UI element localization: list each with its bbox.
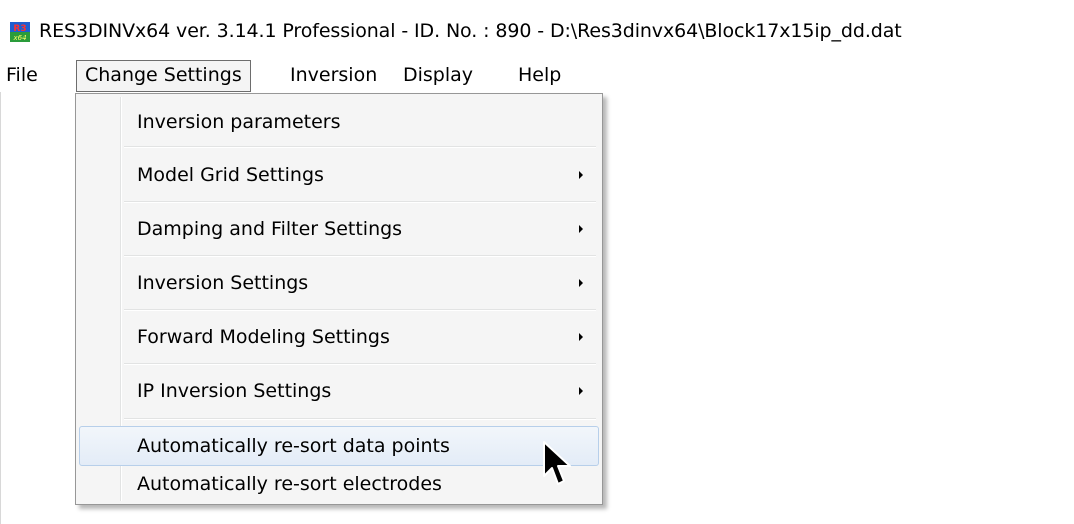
menu-file[interactable]: File	[6, 60, 38, 92]
menu-item-resort-electrodes[interactable]: Automatically re-sort electrodes	[79, 468, 599, 502]
menu-item-label: Inversion Settings	[137, 272, 309, 294]
workspace-border	[0, 92, 1, 524]
menu-inversion[interactable]: Inversion	[290, 60, 377, 92]
menu-item-label: Forward Modeling Settings	[137, 326, 390, 348]
menu-item-label: Automatically re-sort data points	[137, 435, 450, 457]
menu-item-ip-inversion-settings[interactable]: IP Inversion Settings	[79, 368, 599, 414]
menu-item-damping-filter-settings[interactable]: Damping and Filter Settings	[79, 206, 599, 252]
menu-separator	[124, 255, 596, 257]
menu-item-inversion-settings[interactable]: Inversion Settings	[79, 260, 599, 306]
menu-item-inversion-parameters[interactable]: Inversion parameters	[79, 100, 599, 144]
menu-separator	[124, 418, 596, 420]
menu-separator	[124, 363, 596, 365]
menu-change-settings[interactable]: Change Settings	[76, 60, 251, 92]
menu-item-label: Automatically re-sort electrodes	[137, 473, 442, 495]
title-bar: R3 x64 RES3DINVx64 ver. 3.14.1 Professio…	[0, 0, 1074, 60]
mouse-pointer-icon	[543, 441, 571, 485]
menu-item-label: Damping and Filter Settings	[137, 218, 403, 240]
menu-display[interactable]: Display	[403, 60, 473, 92]
submenu-arrow-icon	[579, 333, 583, 341]
menu-separator	[124, 146, 596, 148]
menu-separator	[124, 201, 596, 203]
app-icon-text-top: R3	[13, 24, 26, 34]
submenu-arrow-icon	[579, 279, 583, 287]
menu-item-label: IP Inversion Settings	[137, 380, 332, 402]
menu-item-model-grid-settings[interactable]: Model Grid Settings	[79, 152, 599, 198]
menu-item-label: Model Grid Settings	[137, 164, 324, 186]
menu-help[interactable]: Help	[518, 60, 561, 92]
app-icon-text-bottom: x64	[12, 34, 26, 42]
app-icon: R3 x64	[10, 22, 30, 42]
submenu-arrow-icon	[579, 387, 583, 395]
menu-item-forward-modeling-settings[interactable]: Forward Modeling Settings	[79, 314, 599, 360]
menu-item-label: Inversion parameters	[137, 111, 341, 133]
menu-item-resort-data-points[interactable]: Automatically re-sort data points	[79, 426, 599, 466]
menu-bar: File Change Settings Inversion Display H…	[0, 60, 1074, 92]
menu-separator	[124, 309, 596, 311]
change-settings-dropdown: Inversion parameters Model Grid Settings…	[75, 93, 603, 505]
window-title: RES3DINVx64 ver. 3.14.1 Professional - I…	[39, 20, 902, 42]
submenu-arrow-icon	[579, 171, 583, 179]
submenu-arrow-icon	[579, 225, 583, 233]
